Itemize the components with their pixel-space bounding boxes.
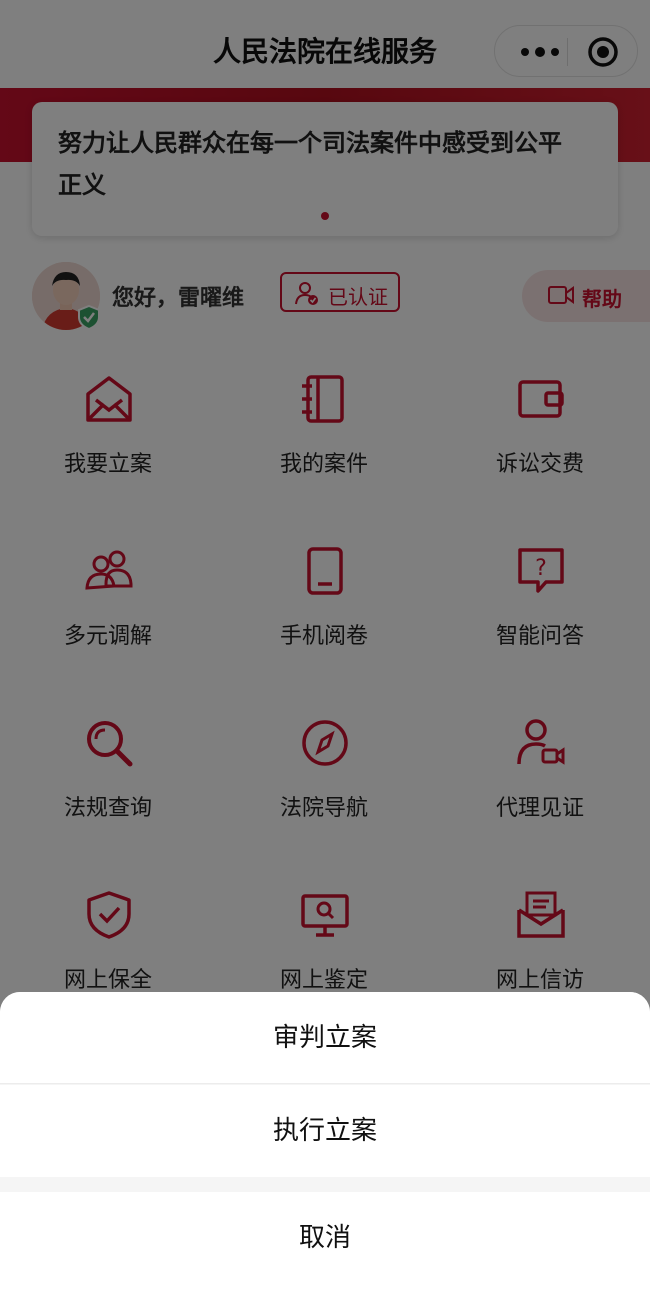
action-sheet: 审判立案 执行立案 取消: [0, 992, 650, 1311]
cancel-button[interactable]: 取消: [0, 1192, 650, 1311]
action-trial-filing[interactable]: 审判立案: [0, 992, 650, 1084]
action-enforcement-filing[interactable]: 执行立案: [0, 1085, 650, 1177]
